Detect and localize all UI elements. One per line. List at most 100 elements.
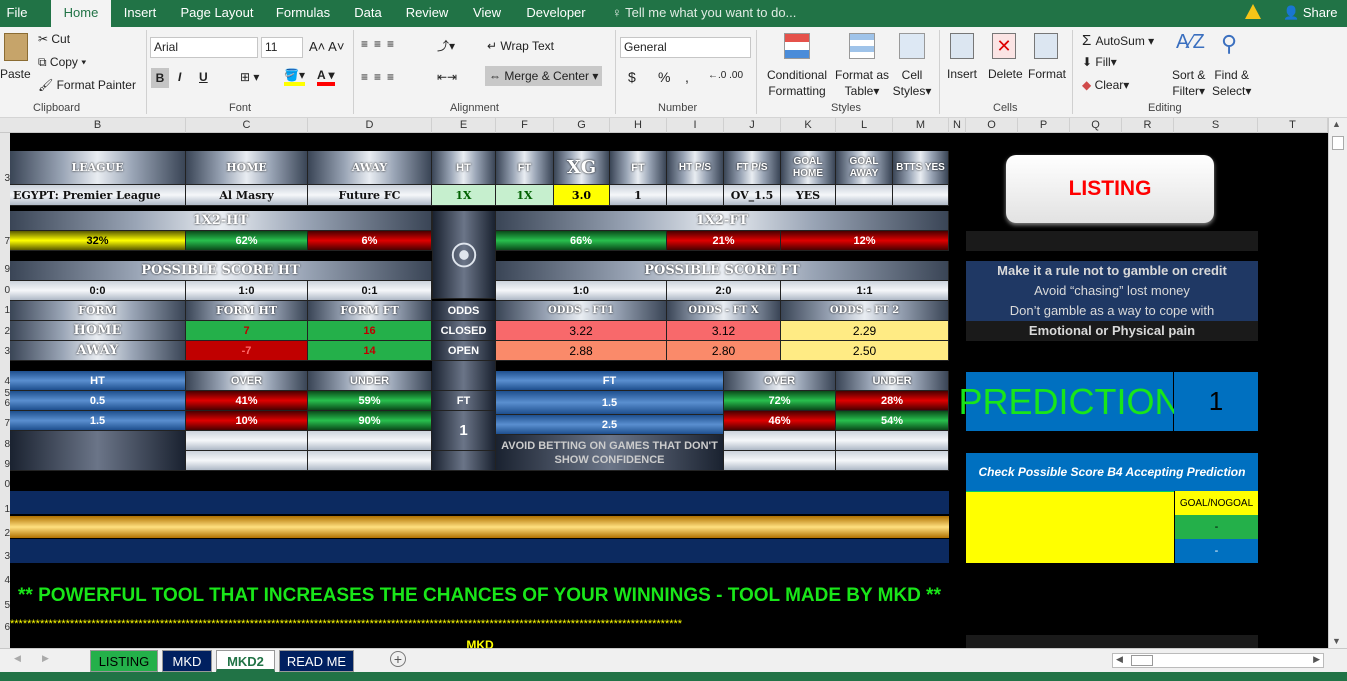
italic-button[interactable]: I bbox=[178, 70, 181, 84]
row-header[interactable]: 4 bbox=[0, 376, 10, 387]
fill-color-icon[interactable]: 🪣▾ bbox=[284, 68, 305, 86]
blank-cell[interactable] bbox=[308, 431, 432, 451]
cell-goal-away[interactable] bbox=[836, 185, 893, 206]
conditional-formatting-button[interactable]: Conditional Formatting bbox=[766, 67, 828, 99]
insert-cells-button[interactable]: Insert bbox=[947, 67, 977, 81]
ou-ft-line-2[interactable]: 2.5 bbox=[496, 415, 724, 435]
ou-ht-over-1[interactable]: 41% bbox=[186, 391, 308, 411]
row-header[interactable]: 0 bbox=[0, 479, 10, 490]
row-header[interactable]: 0 bbox=[0, 285, 10, 296]
x12-ft-draw[interactable]: 21% bbox=[667, 231, 781, 251]
hscroll-thumb[interactable] bbox=[1131, 655, 1153, 666]
share-button[interactable]: 👤 Share bbox=[1283, 0, 1338, 26]
x12-ht-away[interactable]: 6% bbox=[308, 231, 432, 251]
format-painter-button[interactable]: 🖌 Format Painter bbox=[38, 78, 136, 92]
odds-open-label[interactable]: OPEN bbox=[432, 341, 496, 361]
sort-filter-button[interactable]: Sort & Filter▾ bbox=[1172, 67, 1205, 99]
row-header[interactable]: 4 bbox=[0, 575, 10, 586]
odds-open-1[interactable]: 2.88 bbox=[496, 341, 667, 361]
currency-button[interactable]: $ bbox=[628, 69, 636, 85]
cut-button[interactable]: ✂ Cut bbox=[38, 32, 70, 46]
header-ft2[interactable]: FT bbox=[610, 151, 667, 185]
row-header[interactable]: 9 bbox=[0, 264, 10, 275]
wrap-text-button[interactable]: ↵ Wrap Text bbox=[487, 39, 554, 53]
column-header[interactable]: P bbox=[1018, 118, 1070, 133]
scroll-left-icon[interactable]: ◀ bbox=[1116, 654, 1123, 665]
prediction-value[interactable]: 1 bbox=[1174, 372, 1258, 431]
x12-ht-home[interactable]: 32% bbox=[10, 231, 186, 251]
next-sheet-icon[interactable]: ▶ bbox=[42, 653, 49, 664]
header-ft[interactable]: FT bbox=[496, 151, 554, 185]
scroll-thumb[interactable] bbox=[1332, 136, 1344, 150]
worksheet[interactable]: LEAGUE HOME AWAY HT FT XG FT HT P/S FT P… bbox=[10, 133, 1328, 648]
font-name-select[interactable]: Arial bbox=[150, 37, 258, 58]
score-ht-2[interactable]: 1:0 bbox=[186, 281, 308, 301]
tab-developer[interactable]: Developer bbox=[520, 0, 592, 27]
score-ft-3[interactable]: 1:1 bbox=[781, 281, 949, 301]
blank-cell[interactable] bbox=[836, 451, 949, 471]
score-ft-1[interactable]: 1:0 bbox=[496, 281, 667, 301]
score-input-cell[interactable] bbox=[966, 491, 1174, 563]
sheet-tab-mkd2[interactable]: MKD2 bbox=[216, 650, 275, 672]
row-header[interactable]: 6 bbox=[0, 622, 10, 633]
sheet-tab-listing[interactable]: LISTING bbox=[90, 650, 158, 672]
row-header[interactable]: 2 bbox=[0, 326, 10, 337]
form-away-ft[interactable]: 14 bbox=[308, 341, 432, 361]
orientation-icon[interactable]: ⤴▾ bbox=[437, 37, 455, 54]
header-home[interactable]: HOME bbox=[186, 151, 308, 185]
header-goal-away[interactable]: GOAL AWAY bbox=[836, 151, 893, 185]
underline-button[interactable]: U bbox=[199, 70, 208, 84]
form-away-ht[interactable]: -7 bbox=[186, 341, 308, 361]
column-header[interactable]: B bbox=[10, 118, 186, 133]
column-header[interactable]: R bbox=[1122, 118, 1174, 133]
comma-button[interactable]: , bbox=[685, 69, 689, 85]
form-home-ft[interactable]: 16 bbox=[308, 321, 432, 341]
odds-open-x[interactable]: 2.80 bbox=[667, 341, 781, 361]
decimal-icons[interactable]: ←.0 .00 bbox=[708, 70, 743, 81]
copy-button[interactable]: ⧉ Copy ▾ bbox=[38, 55, 86, 70]
ou-ft-under-header[interactable]: UNDER bbox=[836, 371, 949, 391]
header-ht-ps[interactable]: HT P/S bbox=[667, 151, 724, 185]
column-header[interactable]: S bbox=[1174, 118, 1258, 133]
score-ht-1[interactable]: 0:0 bbox=[10, 281, 186, 301]
form-ft-header[interactable]: FORM FT bbox=[308, 301, 432, 321]
ou-ft-over-2[interactable]: 46% bbox=[724, 411, 836, 431]
tab-formulas[interactable]: Formulas bbox=[268, 0, 338, 27]
header-ft-ps[interactable]: FT P/S bbox=[724, 151, 781, 185]
add-sheet-icon[interactable]: + bbox=[390, 651, 406, 667]
column-header[interactable]: F bbox=[496, 118, 554, 133]
tab-review[interactable]: Review bbox=[400, 0, 454, 27]
ou-ht-over-header[interactable]: OVER bbox=[186, 371, 308, 391]
cell-goal-home[interactable]: YES bbox=[781, 185, 836, 206]
column-header[interactable]: M bbox=[893, 118, 949, 133]
blank-cell[interactable] bbox=[724, 451, 836, 471]
number-format-select[interactable]: General bbox=[620, 37, 751, 58]
font-color-icon[interactable]: A ▾ bbox=[317, 68, 335, 86]
row-header[interactable]: 8 bbox=[0, 439, 10, 450]
column-header[interactable]: C bbox=[186, 118, 308, 133]
scroll-down-icon[interactable]: ▼ bbox=[1332, 636, 1341, 646]
row-header[interactable]: 1 bbox=[0, 504, 10, 515]
paste-icon[interactable] bbox=[4, 33, 28, 61]
grow-font-icon[interactable]: A˄ A˅ bbox=[309, 39, 344, 54]
column-header[interactable]: L bbox=[836, 118, 893, 133]
odds-ftx-header[interactable]: ODDS - FT X bbox=[667, 301, 781, 321]
blank-cell[interactable] bbox=[724, 431, 836, 451]
ou-ft-line-1[interactable]: 1.5 bbox=[496, 391, 724, 415]
clear-button[interactable]: ◆ Clear▾ bbox=[1082, 78, 1129, 92]
cell-away-team[interactable]: Future FC bbox=[308, 185, 432, 206]
tab-view[interactable]: View bbox=[464, 0, 510, 27]
column-header[interactable]: J bbox=[724, 118, 781, 133]
prev-sheet-icon[interactable]: ◀ bbox=[14, 653, 21, 664]
blank-cell[interactable] bbox=[186, 431, 308, 451]
column-header[interactable]: Q bbox=[1070, 118, 1122, 133]
ou-ht-under-1[interactable]: 59% bbox=[308, 391, 432, 411]
column-header[interactable]: T bbox=[1258, 118, 1328, 133]
tab-home[interactable]: Home bbox=[51, 0, 111, 27]
x12-ht-draw[interactable]: 62% bbox=[186, 231, 308, 251]
sheet-tab-read-me[interactable]: READ ME bbox=[279, 650, 354, 672]
paste-button[interactable]: Paste bbox=[0, 67, 31, 81]
column-header[interactable]: I bbox=[667, 118, 724, 133]
ou-ft-label[interactable]: FT bbox=[496, 371, 724, 391]
goal-nogoal-value-1[interactable]: - bbox=[1174, 515, 1258, 539]
